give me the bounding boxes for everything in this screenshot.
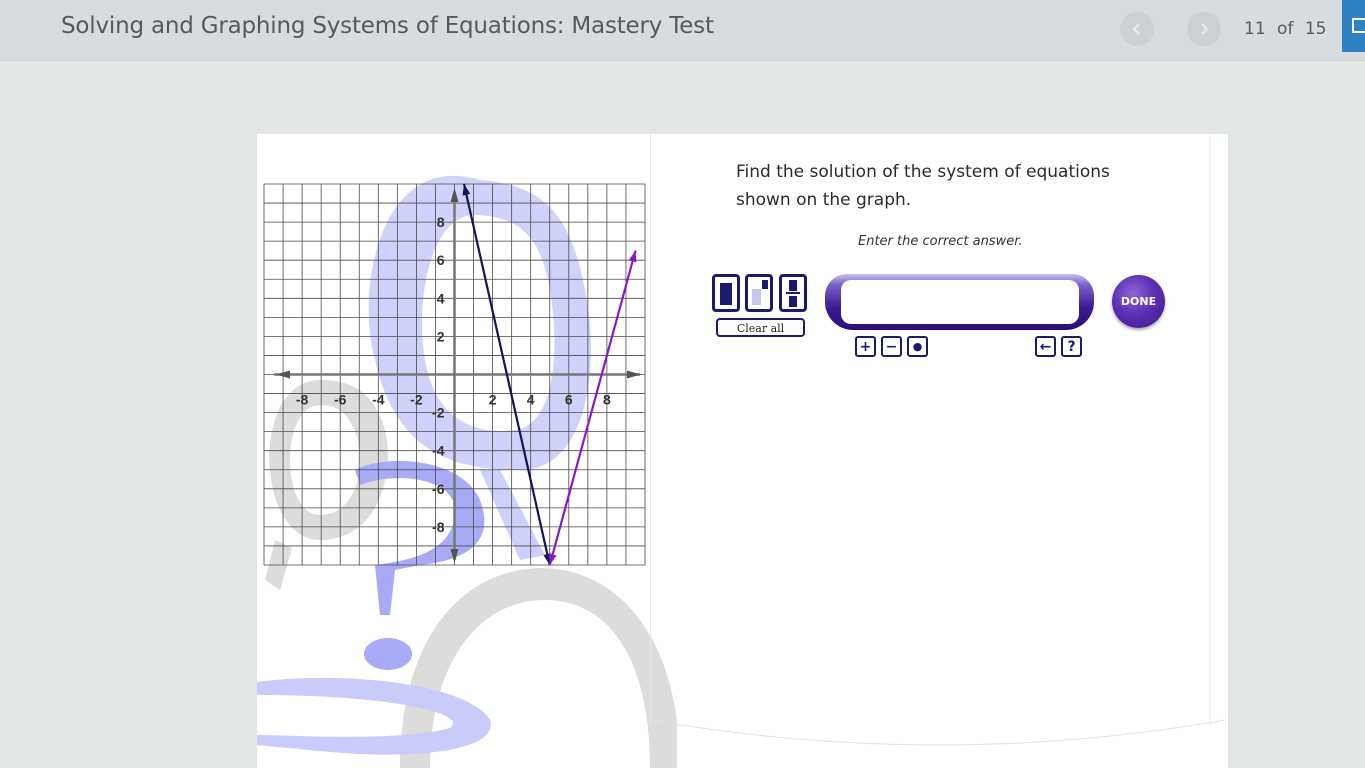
line-2-arrow-start (548, 553, 557, 565)
chevron-right-icon (1201, 23, 1209, 35)
minus-button[interactable]: − (881, 336, 902, 357)
y-tick-label: 6 (437, 252, 445, 268)
y-tick-label: -4 (432, 443, 445, 459)
answer-instruction: Enter the correct answer. (858, 234, 1023, 249)
x-tick-label: 2 (489, 392, 497, 408)
watermark-decoration (257, 175, 677, 768)
x-tick-label: -8 (296, 392, 309, 408)
help-button[interactable]: ? (1061, 336, 1082, 357)
fraction-bar-icon (786, 292, 800, 294)
next-button[interactable] (1187, 12, 1221, 46)
template-box-button[interactable] (712, 274, 740, 312)
exit-icon (1352, 18, 1365, 33)
dot-button[interactable]: ● (907, 336, 928, 357)
chevron-left-icon (1132, 23, 1140, 35)
exponent-icon (762, 280, 768, 289)
template-fraction-button[interactable] (779, 274, 807, 312)
y-tick-label: 4 (437, 290, 445, 306)
x-axis-arrow-right (627, 370, 641, 379)
x-tick-label: 4 (527, 392, 535, 408)
x-tick-label: -2 (410, 392, 423, 408)
question-prompt: Find the solution of the system of equat… (736, 162, 1110, 210)
y-tick-label: -6 (432, 481, 445, 497)
page-current: 11 (1244, 19, 1266, 39)
backspace-button[interactable]: ← (1035, 336, 1056, 357)
denominator-icon (789, 296, 797, 307)
panel-divider (650, 134, 651, 726)
base-icon (752, 289, 761, 305)
template-exponent-button[interactable] (745, 274, 773, 312)
x-tick-label: 8 (603, 392, 611, 408)
plus-button[interactable]: + (855, 336, 876, 357)
answer-input[interactable] (841, 280, 1079, 324)
done-button[interactable]: DONE (1112, 275, 1165, 328)
numerator-icon (789, 280, 797, 291)
y-tick-label: 2 (437, 328, 445, 344)
graph-panel: -8 -6 -4 -2 2 4 6 8 8 6 4 2 -2 -4 -6 -8 (257, 175, 677, 768)
y-tick-label: 8 (437, 214, 445, 230)
clear-all-button[interactable]: Clear all (716, 318, 805, 337)
x-tick-label: -4 (372, 392, 385, 408)
box-icon (720, 283, 732, 305)
previous-button[interactable] (1120, 12, 1154, 46)
top-bar: Solving and Graphing Systems of Equation… (0, 0, 1365, 61)
page-of: of (1277, 19, 1294, 39)
page-total: 15 (1304, 19, 1327, 39)
x-tick-label: 6 (565, 392, 573, 408)
y-tick-label: -8 (432, 519, 445, 535)
y-tick-label: -2 (432, 405, 445, 421)
test-title: Solving and Graphing Systems of Equation… (61, 13, 714, 39)
page-indicator: 11 of 15 (1244, 19, 1326, 39)
exit-button[interactable] (1342, 0, 1365, 52)
x-tick-label: -6 (334, 392, 347, 408)
